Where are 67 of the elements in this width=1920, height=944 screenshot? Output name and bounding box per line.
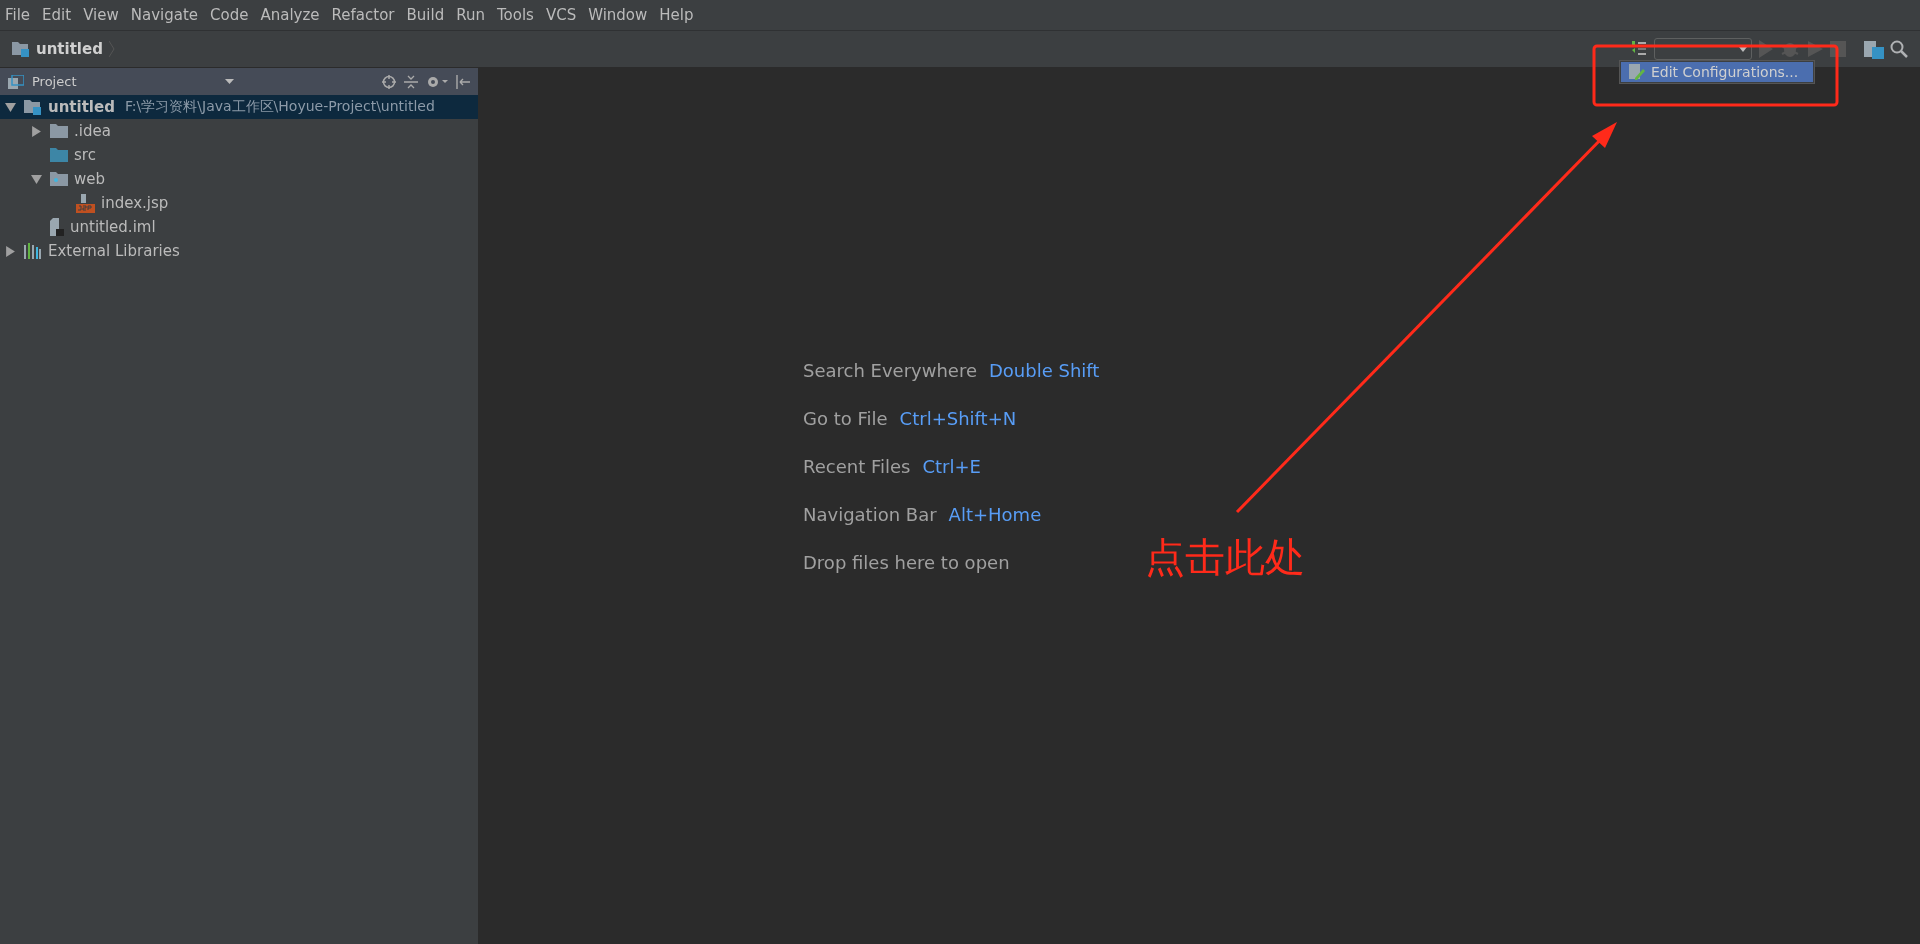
collapsed-arrow-icon[interactable] — [4, 245, 16, 257]
shortcut-text: Ctrl+Shift+N — [899, 407, 1017, 429]
menu-item[interactable]: Edit — [41, 6, 73, 24]
tree-item-label: untitled.iml — [70, 218, 156, 236]
search-icon[interactable] — [1890, 40, 1908, 58]
expanded-arrow-icon[interactable] — [30, 173, 42, 185]
menu-item[interactable]: Analyze — [259, 6, 321, 24]
menu-item[interactable]: View — [82, 6, 120, 24]
project-path: F:\学习资料\Java工作区\Hoyue-Project\untitled — [124, 98, 435, 116]
tree-item[interactable]: External Libraries — [0, 239, 478, 263]
edit-icon — [1629, 64, 1645, 80]
menu-item[interactable]: File — [4, 6, 32, 24]
shortcut-text: Double Shift — [989, 359, 1100, 381]
tree-item-label: web — [74, 170, 106, 188]
tree-item[interactable]: index.jsp — [0, 191, 478, 215]
menu-item[interactable]: Run — [455, 6, 486, 24]
build-icon[interactable] — [1632, 40, 1648, 58]
tree-item-label: untitled — [48, 98, 115, 116]
file-icon — [50, 218, 64, 236]
caret-icon — [1739, 46, 1747, 52]
hint-text: Search Everywhere — [803, 359, 977, 381]
bug-icon[interactable] — [1780, 40, 1800, 58]
tree-item[interactable]: .idea — [0, 119, 478, 143]
collapsed-arrow-icon[interactable] — [30, 125, 42, 137]
libraries-icon — [24, 243, 42, 259]
hint-text: Go to File — [803, 407, 888, 429]
menu-item[interactable]: Help — [658, 6, 695, 24]
target-icon[interactable] — [382, 74, 396, 89]
folder-icon — [50, 124, 68, 138]
hint-text: Navigation Bar — [803, 503, 937, 525]
web-folder-icon — [50, 172, 68, 186]
run-icon[interactable] — [1758, 40, 1774, 58]
project-structure-icon[interactable] — [1864, 39, 1884, 59]
module-folder-icon — [24, 99, 42, 115]
hide-panel-icon[interactable] — [456, 74, 470, 89]
coverage-icon[interactable] — [1806, 40, 1824, 58]
menu-item[interactable]: Window — [587, 6, 649, 24]
module-folder-icon — [12, 41, 30, 57]
shortcut-text: Ctrl+E — [922, 455, 981, 477]
tree-item-label: src — [74, 146, 96, 164]
menu-item[interactable]: VCS — [544, 6, 578, 24]
tree-item[interactable]: src — [0, 143, 478, 167]
tree-item[interactable]: untitled.iml — [0, 215, 478, 239]
menu-item[interactable]: Tools — [495, 6, 535, 24]
project-icon — [8, 74, 24, 89]
caret-icon[interactable] — [225, 79, 234, 84]
panel-title[interactable]: Project — [32, 74, 77, 89]
tree-item-label: External Libraries — [48, 242, 180, 260]
expanded-arrow-icon[interactable] — [4, 101, 16, 113]
hint-text: Recent Files — [803, 455, 911, 477]
annotation-text: 点击此处 — [1145, 533, 1305, 582]
tree-item-label: index.jsp — [101, 194, 169, 212]
menu-item[interactable]: Navigate — [129, 6, 200, 24]
menu-item[interactable]: Code — [209, 6, 250, 24]
folder-icon — [50, 148, 68, 162]
menu-item[interactable]: Refactor — [330, 6, 396, 24]
tree-item[interactable]: web — [0, 167, 478, 191]
menu-item[interactable]: Build — [405, 6, 446, 24]
breadcrumb[interactable]: untitled — [36, 40, 103, 58]
hint-text: Drop files here to open — [803, 551, 1010, 573]
tree-item-label: .idea — [74, 122, 111, 140]
shortcut-text: Alt+Home — [948, 503, 1042, 525]
jsp-file-icon — [76, 193, 95, 213]
gear-icon[interactable] — [426, 74, 448, 89]
tree-item[interactable]: untitled F:\学习资料\Java工作区\Hoyue-Project\untitled — [0, 95, 478, 119]
edit-configurations-item[interactable]: Edit Configurations... — [1621, 62, 1813, 82]
collapse-all-icon[interactable] — [404, 74, 418, 89]
